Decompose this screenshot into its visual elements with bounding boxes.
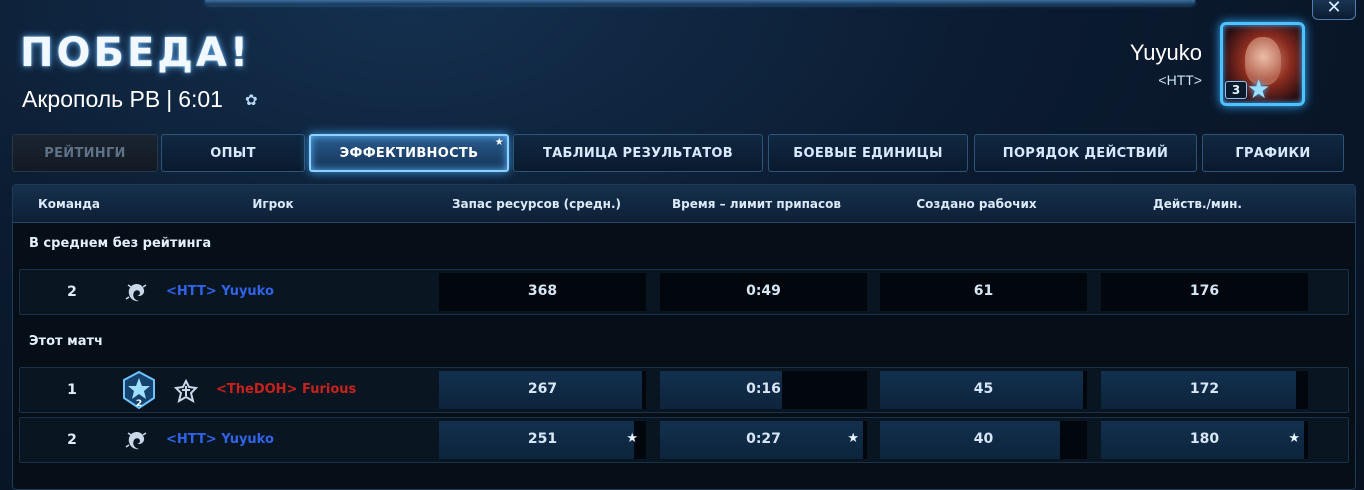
stats-panel: Команда Игрок Запас ресурсов (средн.) Вр… (12, 184, 1356, 490)
col-apm: Действ./мин. (1153, 197, 1242, 211)
table-row[interactable]: 2 <HTT> Yuyuko 251 ★ 0:27 ★ 40 180 ★ (19, 417, 1349, 463)
stat-value: 180 (1189, 431, 1220, 447)
rank-star-icon: ★ (1247, 75, 1271, 105)
workers-cell: 40 (880, 421, 1087, 459)
player-name: Yuyuko (1129, 40, 1202, 65)
table-row[interactable]: 2 <HTT> Yuyuko 368 0:49 61 176 (19, 269, 1349, 315)
player-name-cell[interactable]: <TheDOH> Furious (216, 382, 356, 397)
zerg-icon (124, 280, 150, 306)
team-number: 1 (67, 382, 77, 398)
apm-cell: 176 (1101, 273, 1308, 311)
tab-efficiency[interactable]: ЭФФЕКТИВНОСТЬ ★ (309, 134, 509, 172)
stat-value: 0:27 (746, 431, 781, 447)
tab-ratings[interactable]: РЕЙТИНГИ (12, 134, 158, 172)
best-star-icon: ★ (1288, 431, 1300, 446)
top-frame-bar (205, 0, 1195, 5)
stat-value: 176 (1189, 283, 1220, 299)
player-portrait[interactable]: 3 ★ (1220, 22, 1305, 106)
apm-cell: 172 (1101, 371, 1308, 409)
stat-value: 368 (527, 283, 558, 299)
stat-value: 0:49 (746, 283, 781, 299)
tab-star-icon: ★ (494, 137, 504, 148)
level-badge: 3 (1225, 81, 1247, 99)
col-team: Команда (37, 197, 101, 211)
team-number: 2 (67, 432, 77, 448)
col-resources: Запас ресурсов (средн.) (451, 197, 622, 211)
stat-value: 267 (527, 381, 558, 397)
player-clan: <HTT> (1158, 72, 1202, 88)
player-name-cell[interactable]: <HTT> Yuyuko (166, 432, 274, 447)
gear-icon[interactable]: ✿ (245, 91, 258, 109)
workers-cell: 61 (880, 273, 1087, 311)
stat-value: 0:16 (746, 381, 781, 397)
team-number: 2 (67, 284, 77, 300)
tab-scoreboard[interactable]: ТАБЛИЦА РЕЗУЛЬТАТОВ (513, 134, 763, 172)
stat-value: 172 (1189, 381, 1220, 397)
supply-time-cell: 0:49 (660, 273, 867, 311)
tab-build-order[interactable]: ПОРЯДОК ДЕЙСТВИЙ (974, 134, 1197, 172)
page-title: ПОБЕДА! (20, 30, 252, 76)
stat-value: 45 (973, 381, 994, 397)
league-badge-icon: 2 (120, 370, 158, 410)
svg-text:2: 2 (136, 399, 142, 409)
tab-experience[interactable]: ОПЫТ (161, 134, 305, 172)
resources-cell: 251 ★ (439, 421, 646, 459)
section-average: В среднем без рейтинга (29, 236, 212, 251)
tab-bar: РЕЙТИНГИ ОПЫТ ЭФФЕКТИВНОСТЬ ★ ТАБЛИЦА РЕ… (12, 134, 1356, 174)
col-supply-time: Время – лимит припасов (672, 197, 841, 211)
stat-value: 61 (973, 283, 994, 299)
match-info: Акрополь РВ | 6:01 ✿ (22, 86, 258, 113)
col-workers: Создано рабочих (916, 197, 1037, 211)
workers-cell: 45 (880, 371, 1087, 409)
separator: | (166, 86, 173, 112)
map-name: Акрополь РВ (22, 86, 161, 112)
player-card: Yuyuko <HTT> (1130, 40, 1202, 88)
col-player: Игрок (252, 197, 294, 211)
match-duration: 6:01 (178, 86, 223, 112)
player-name-cell[interactable]: <HTT> Yuyuko (166, 284, 274, 299)
table-row[interactable]: 1 2 <TheDOH> Furious 267 0:16 45 172 (19, 367, 1349, 413)
tab-graphs[interactable]: ГРАФИКИ (1202, 134, 1344, 172)
stat-value: 251 (527, 431, 558, 447)
best-star-icon: ★ (847, 431, 859, 446)
apm-cell: 180 ★ (1101, 421, 1308, 459)
section-this-match: Этот матч (29, 334, 103, 349)
supply-time-cell: 0:27 ★ (660, 421, 867, 459)
table-header: Команда Игрок Запас ресурсов (средн.) Вр… (13, 185, 1355, 223)
best-star-icon: ★ (626, 431, 638, 446)
resources-cell: 267 (439, 371, 646, 409)
resources-cell: 368 (439, 273, 646, 311)
zerg-icon (124, 428, 150, 454)
supply-time-cell: 0:16 (660, 371, 867, 409)
close-button[interactable]: ✕ (1312, 0, 1356, 20)
terran-icon (173, 378, 199, 404)
stat-value: 40 (973, 431, 994, 447)
tab-combat-units[interactable]: БОЕВЫЕ ЕДИНИЦЫ (768, 134, 968, 172)
